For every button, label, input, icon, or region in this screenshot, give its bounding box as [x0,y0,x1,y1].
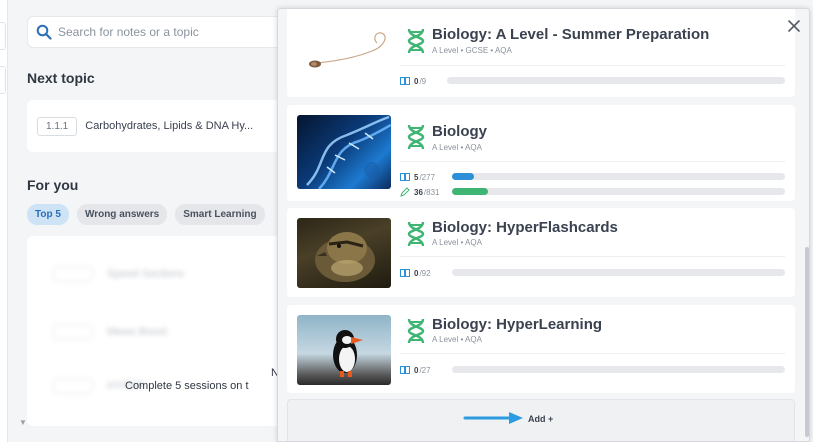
book-icon [400,269,410,277]
course-card-hyperlearning[interactable]: Biology: HyperLearning A Level • AQA 0/2… [287,305,795,393]
course-subtitle: A Level • AQA [432,143,482,152]
next-topic-heading: Next topic [27,70,95,86]
blurred-pill [53,324,93,340]
search-icon [36,24,52,40]
for-you-filter-chips: Top 5 Wrong answers Smart Learning [27,204,265,225]
book-icon [400,366,410,374]
chip-smart-learning[interactable]: Smart Learning [175,204,265,225]
dna-helix-image [297,115,391,189]
blurred-item-label: Mews Boost [107,326,167,338]
course-subtitle: A Level • AQA [432,238,482,247]
course-title: Biology: HyperLearning [432,316,603,333]
search-input[interactable] [58,25,278,39]
questions-progress-fill [452,188,488,195]
blurred-list-item: Speed Sections [53,266,184,282]
notes-progress-bar [452,366,785,373]
topic-name: Carbohydrates, Lipids & DNA Hy... [85,120,254,132]
locked-message: Complete 5 sessions on t [125,380,249,392]
notes-progress-label: 5/277 [400,172,435,182]
blurred-pill [53,266,93,282]
dna-icon [407,318,425,344]
notes-progress-fill [452,173,474,180]
notes-progress-bar [447,77,785,84]
notes-progress-label: 0/27 [400,365,431,375]
blurred-list-item: Mews Boost [53,324,167,340]
course-subtitle: A Level • AQA [432,335,482,344]
book-icon [400,173,410,181]
course-title: Biology [432,123,487,140]
add-course-area: Add + [287,399,795,441]
for-you-card: Speed Sections Mews Boost HYPER [27,236,297,426]
course-list: Biology: A Level - Summer Preparation A … [278,9,809,441]
dna-icon [407,28,425,54]
book-icon [400,77,410,85]
blurred-pill [53,378,93,394]
topic-number: 1.1.1 [37,116,78,136]
puffin-image [297,315,391,385]
course-card-hyperflashcards[interactable]: Biology: HyperFlashcards A Level • AQA 0… [287,208,795,297]
close-icon [788,20,800,32]
sperm-cell-image [297,13,391,87]
close-button[interactable] [785,17,803,35]
left-edge-strip [0,0,8,442]
course-picker-modal: Biology: A Level - Summer Preparation A … [277,8,810,442]
course-card-biology[interactable]: Biology A Level • AQA 5/277 36/831 [287,105,795,201]
notes-progress-label: 0/92 [400,268,431,278]
next-topic-card[interactable]: 1.1.1 Carbohydrates, Lipids & DNA Hy... [27,100,297,152]
modal-scrollbar[interactable] [804,9,809,441]
chip-wrong-answers[interactable]: Wrong answers [76,204,168,225]
left-strip-tab[interactable] [0,66,6,94]
course-card-summer-preparation[interactable]: Biology: A Level - Summer Preparation A … [287,9,795,97]
dna-icon [407,221,425,247]
dna-icon [407,124,425,150]
course-subtitle: A Level • GCSE • AQA [432,46,512,55]
search-box[interactable] [27,16,297,48]
scroll-down-icon[interactable]: ▼ [19,418,27,427]
questions-progress-bar [452,188,785,195]
add-course-button[interactable]: Add + [528,414,553,424]
card-divider [400,256,785,257]
questions-progress-label: 36/831 [400,187,439,197]
blurred-item-label: Speed Sections [107,268,185,280]
card-divider [400,353,785,354]
notes-progress-bar [452,173,785,180]
card-divider [400,65,785,66]
scrollbar-thumb[interactable] [805,247,809,437]
left-strip-tab[interactable] [0,22,6,50]
pencil-icon [400,187,410,197]
for-you-heading: For you [27,177,79,193]
notes-progress-label: 0/9 [400,76,426,86]
notes-progress-bar [452,269,785,276]
chip-top-5[interactable]: Top 5 [27,204,69,225]
pointer-arrow-icon [463,412,523,424]
course-title: Biology: HyperFlashcards [432,219,618,236]
course-title: Biology: A Level - Summer Preparation [432,26,710,43]
card-divider [400,161,785,162]
duckling-image [297,218,391,288]
